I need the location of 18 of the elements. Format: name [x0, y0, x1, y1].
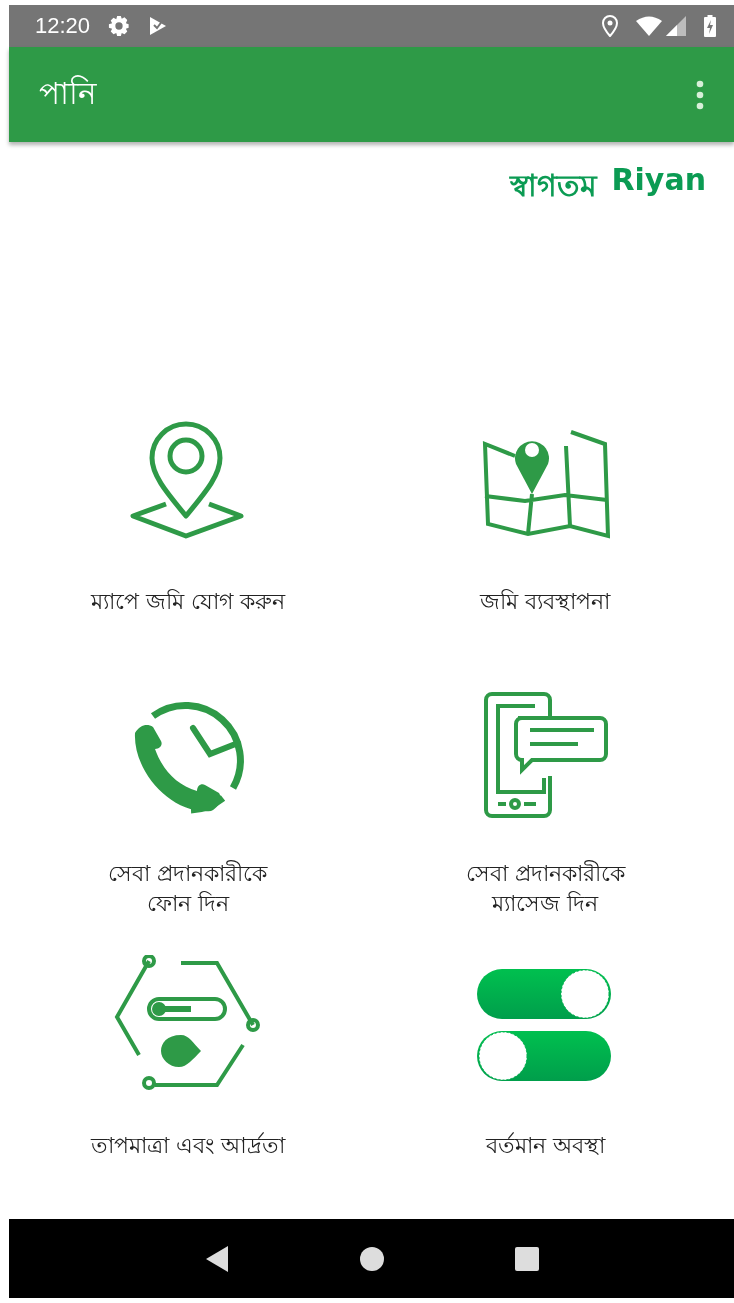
signal-icon [666, 15, 686, 36]
location-icon [602, 14, 618, 37]
feature-tile[interactable]: সেবা প্রদানকারীকে ম্যাসেজ দিন [366, 675, 724, 948]
feature-tile[interactable]: সেবা প্রদানকারীকে ফোন দিন [9, 675, 367, 948]
welcome-text: স্বাগতম [510, 167, 598, 206]
settings-icon [108, 14, 131, 37]
status-time: 12:20 [35, 12, 91, 39]
home-icon[interactable] [358, 1245, 385, 1272]
feature-tile[interactable]: জমি ব্যবস্থাপনা [366, 403, 724, 676]
recents-icon[interactable] [513, 1245, 540, 1272]
overflow-menu-icon[interactable] [696, 79, 704, 110]
feature-tile[interactable]: তাপমাত্রা এবং আর্দ্রতা [9, 947, 367, 1220]
app-title: পানি [39, 73, 98, 113]
battery-icon [704, 14, 716, 37]
feature-tile[interactable]: বর্তমান অবস্থা [366, 947, 724, 1220]
user-name: Riyan [611, 162, 706, 200]
wifi-icon [636, 15, 662, 36]
feature-tile[interactable]: ম্যাপে জমি যোগ করুন [9, 403, 367, 676]
